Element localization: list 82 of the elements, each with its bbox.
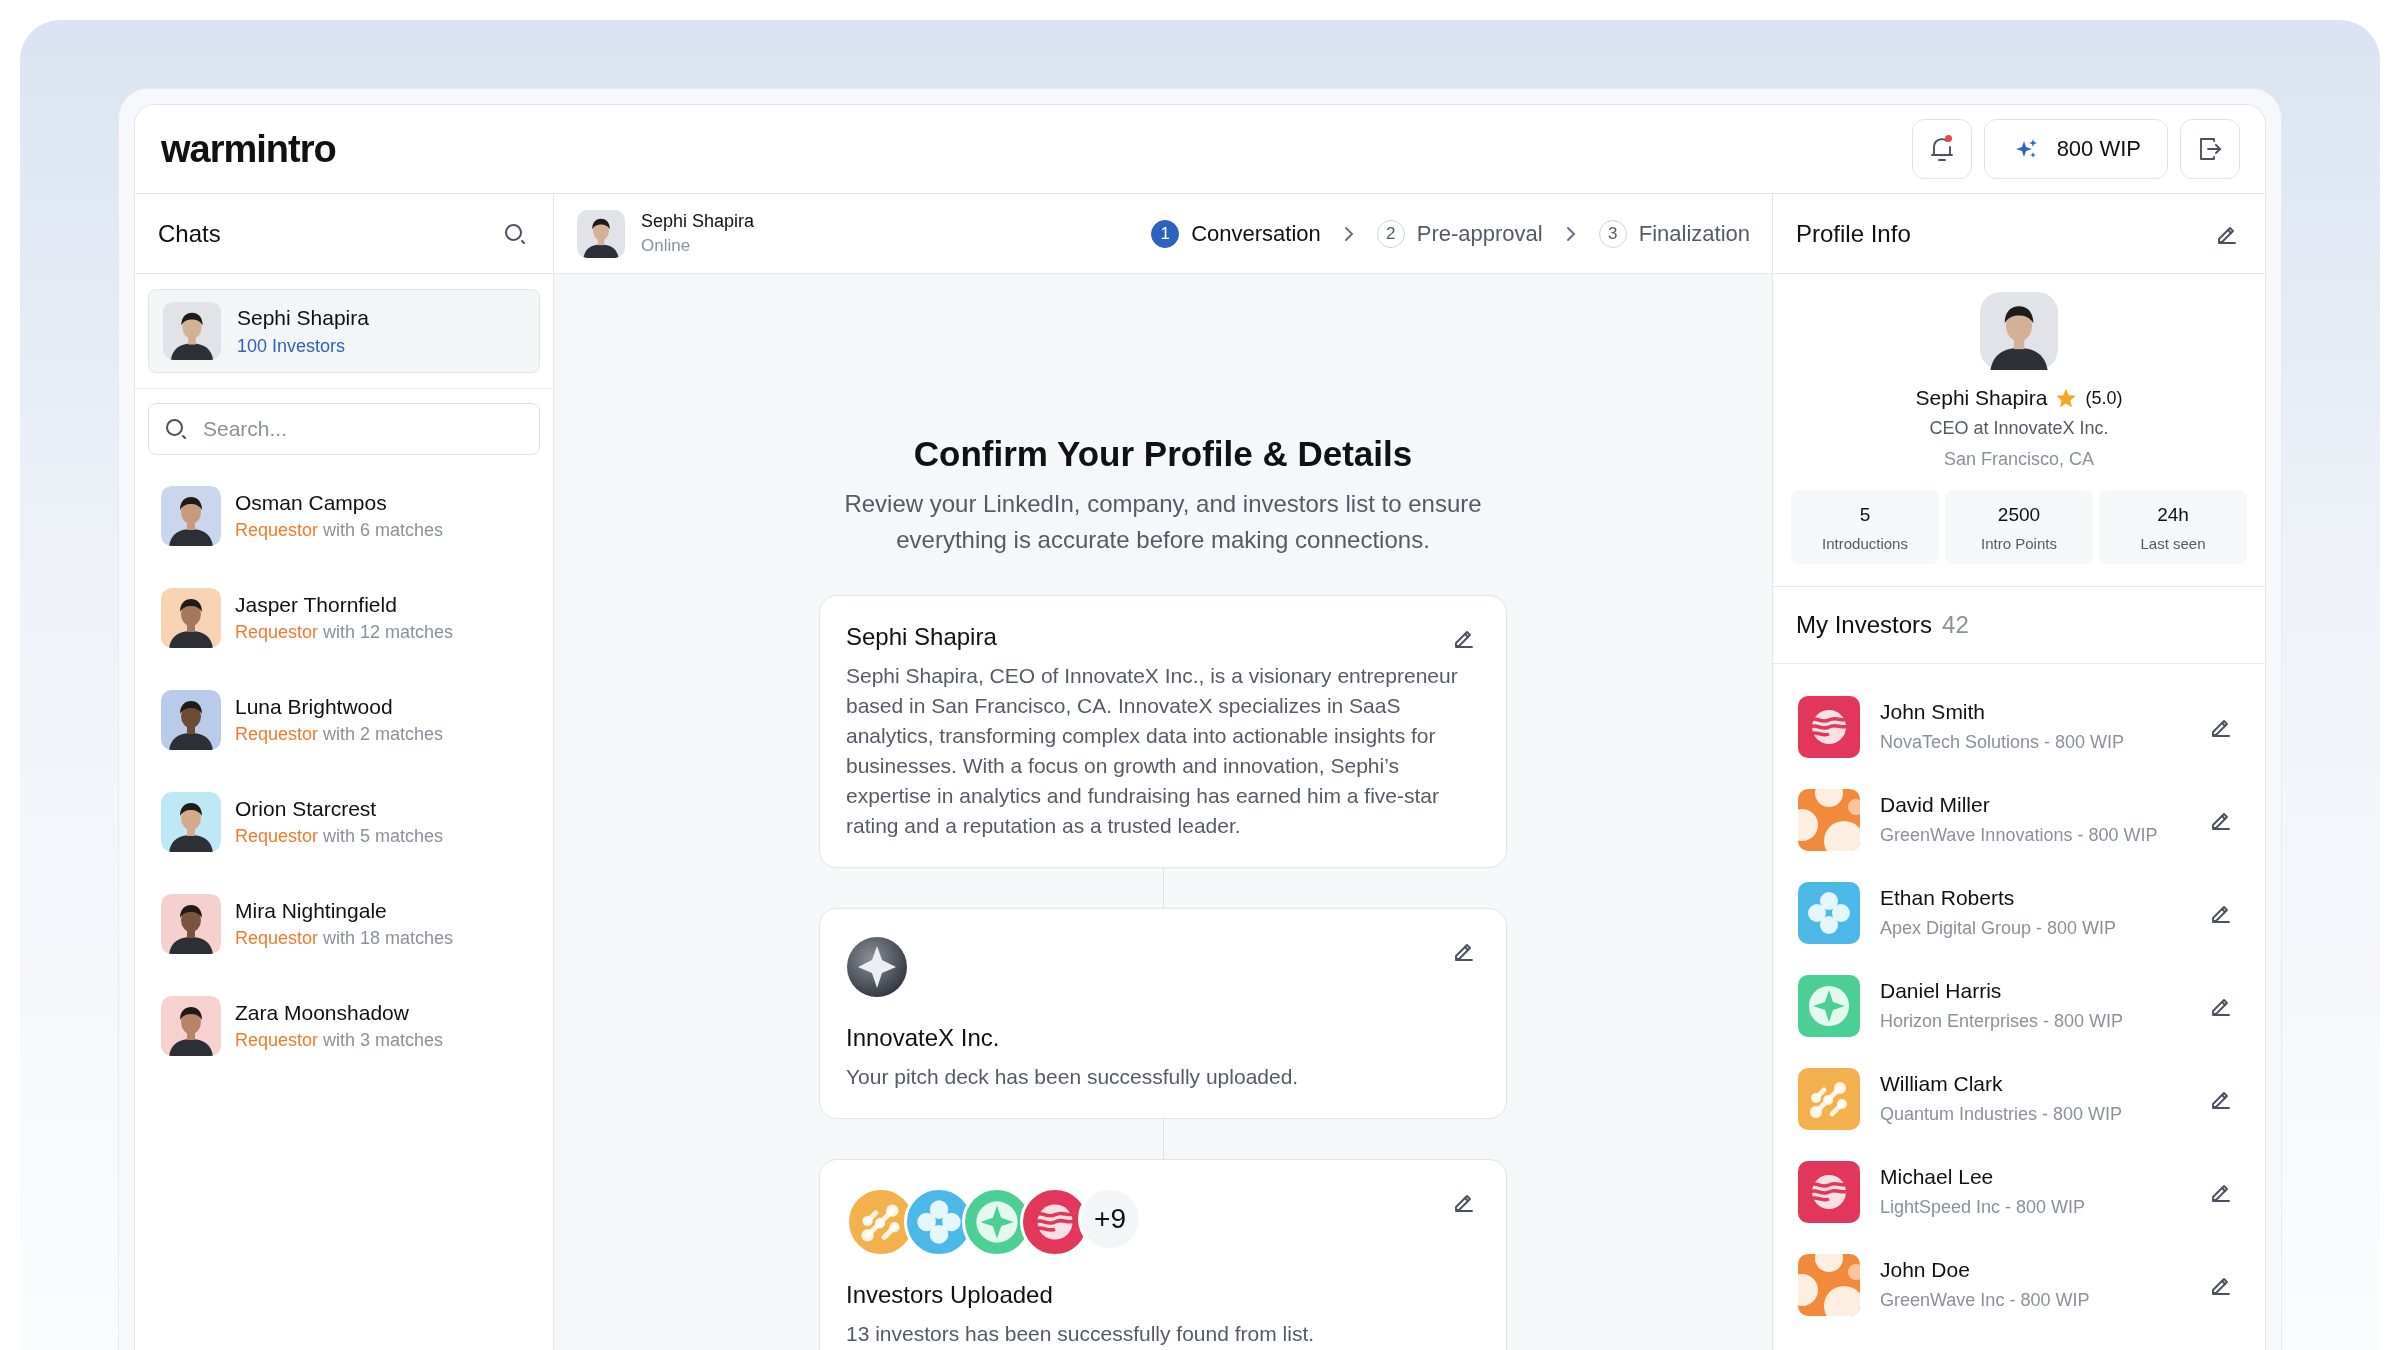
rating: (5.0) — [2085, 387, 2123, 409]
chat-subtitle: Requestor with 3 matches — [235, 1030, 444, 1051]
logout-icon — [2197, 136, 2223, 162]
stat-value: 2500 — [1997, 504, 2041, 526]
search-icon — [164, 417, 188, 441]
investor-item[interactable]: Ethan Roberts Apex Digital Group - 800 WIP — [1773, 866, 2265, 959]
investor-item[interactable]: Michael Lee LightSpeed Inc - 800 WIP — [1773, 1145, 2265, 1238]
profile-location: San Francisco, CA — [1943, 449, 2095, 470]
contact-name: Luna Brightwood — [235, 695, 394, 719]
investor-name: John Smith — [1880, 700, 1987, 724]
chevron-icon — [1342, 224, 1355, 243]
chat-subtitle: Requestor with 5 matches — [235, 826, 444, 847]
panel-title: Profile Info — [1796, 219, 1911, 248]
investor-detail: GreenWave Innovations - 800 WIP — [1880, 825, 2159, 846]
contact-name: Jasper Thornfield — [235, 593, 398, 617]
chat-item[interactable]: Mira Nightingale Requestor with 18 matches — [135, 873, 553, 975]
chat-item[interactable]: Jasper Thornfield Requestor with 12 matches — [135, 567, 553, 669]
card-text: Sephi Shapira, CEO of InnovateX Inc., is a visionary entrepreneur based in San Francisco, CA. InnovateX specializes in SaaS analytics, transforming complex data into actionable insights for businesses. With a focus on growth and innovation, Sephi’s expertise in analytics and fundraising has earned him a five-star rating and a reputation as a trusted leader. — [846, 663, 1459, 839]
investor-name: John Doe — [1880, 1258, 1971, 1282]
card-title: InnovateX Inc. — [846, 1024, 1001, 1052]
app-logo: warmintro — [161, 127, 336, 171]
chat-item[interactable]: Zara Moonshadow Requestor with 3 matches — [135, 975, 553, 1077]
contact-name: Zara Moonshadow — [235, 1001, 410, 1025]
contact-status: Online — [641, 236, 692, 256]
investor-item[interactable]: John Doe GreenWave Inc - 800 WIP — [1773, 1238, 2265, 1331]
card-title: Investors Uploaded — [846, 1281, 1054, 1309]
step-tab[interactable]: 3 Finalization — [1598, 219, 1750, 248]
investor-count: 100 Investors — [237, 335, 347, 357]
investor-detail: Apex Digital Group - 800 WIP — [1880, 918, 2118, 939]
contact-name: Mira Nightingale — [235, 899, 388, 923]
logout-button[interactable] — [2180, 119, 2240, 179]
stat-label: Last seen — [2140, 535, 2206, 552]
current-user-card[interactable]: Sephi Shapira 100 Investors — [148, 289, 540, 373]
investor-name: William Clark — [1880, 1072, 2004, 1096]
panel-title: Chats — [158, 219, 221, 248]
profile-role: CEO at InnovateX Inc. — [1929, 418, 2109, 439]
sparkle-logo-icon — [846, 936, 908, 998]
chat-subtitle: Requestor with 2 matches — [235, 724, 444, 745]
card-text: Your pitch deck has been successfully uploaded. — [846, 1064, 1300, 1090]
investor-detail: GreenWave Inc - 800 WIP — [1880, 1290, 2091, 1311]
section-title: My Investors — [1796, 611, 1933, 639]
page-heading: Confirm Your Profile & Details — [913, 434, 1413, 474]
chat-subtitle: Requestor with 6 matches — [235, 520, 444, 541]
page-description: Review your LinkedIn, company, and investors list to ensure everything is accurate before making connections. — [843, 489, 1483, 555]
stat-value: 5 — [1859, 504, 1871, 526]
profile-name: Sephi Shapira — [1915, 386, 2048, 410]
chevron-icon — [1564, 224, 1577, 243]
investor-name: Ethan Roberts — [1880, 886, 2016, 910]
stat-value: 24h — [2157, 504, 2189, 526]
investor-item[interactable]: William Clark Quantum Industries - 800 WIP — [1773, 1052, 2265, 1145]
bell-icon — [1928, 135, 1955, 163]
investor-count: 42 — [1942, 611, 1969, 639]
search-field[interactable]: Search... — [148, 403, 540, 455]
investor-item[interactable]: John Smith NovaTech Solutions - 800 WIP — [1773, 680, 2265, 773]
investor-detail: Quantum Industries - 800 WIP — [1880, 1104, 2124, 1125]
contact-name: Osman Campos — [235, 491, 388, 515]
more-count: +9 — [1078, 1187, 1142, 1251]
investor-name: Daniel Harris — [1880, 979, 2003, 1003]
chat-item[interactable]: Luna Brightwood Requestor with 2 matches — [135, 669, 553, 771]
investor-item[interactable]: Daniel Harris Horizon Enterprises - 800 WIP — [1773, 959, 2265, 1052]
notifications-button[interactable] — [1911, 119, 1972, 179]
investor-detail: LightSpeed Inc - 800 WIP — [1880, 1197, 2087, 1218]
stat-label: Introductions — [1822, 535, 1908, 552]
chat-subtitle: Requestor with 12 matches — [235, 622, 454, 643]
investor-name: David Miller — [1880, 793, 1991, 817]
chat-item[interactable]: Orion Starcrest Requestor with 5 matches — [135, 771, 553, 873]
card-title: Sephi Shapira — [846, 623, 998, 651]
stat-label: Intro Points — [1981, 535, 2057, 552]
contact-name: Orion Starcrest — [235, 797, 378, 821]
step-tab[interactable]: 1 Conversation — [1151, 219, 1321, 248]
investor-name: Michael Lee — [1880, 1165, 1995, 1189]
step-tab[interactable]: 2 Pre-approval — [1376, 219, 1543, 248]
chat-subtitle: Requestor with 18 matches — [235, 928, 454, 949]
chat-item[interactable]: Osman Campos Requestor with 6 matches — [135, 465, 553, 567]
points-button[interactable]: 800 WIP — [1983, 119, 2168, 179]
star-icon — [2055, 387, 2078, 409]
user-name: Sephi Shapira — [237, 305, 369, 330]
investor-item[interactable]: David Miller GreenWave Innovations - 800 WIP — [1773, 773, 2265, 866]
card-text: 13 investors has been successfully found from list. — [846, 1321, 1316, 1347]
investor-detail: NovaTech Solutions - 800 WIP — [1880, 732, 2126, 753]
contact-name: Sephi Shapira — [641, 211, 755, 232]
investor-detail: Horizon Enterprises - 800 WIP — [1880, 1011, 2125, 1032]
